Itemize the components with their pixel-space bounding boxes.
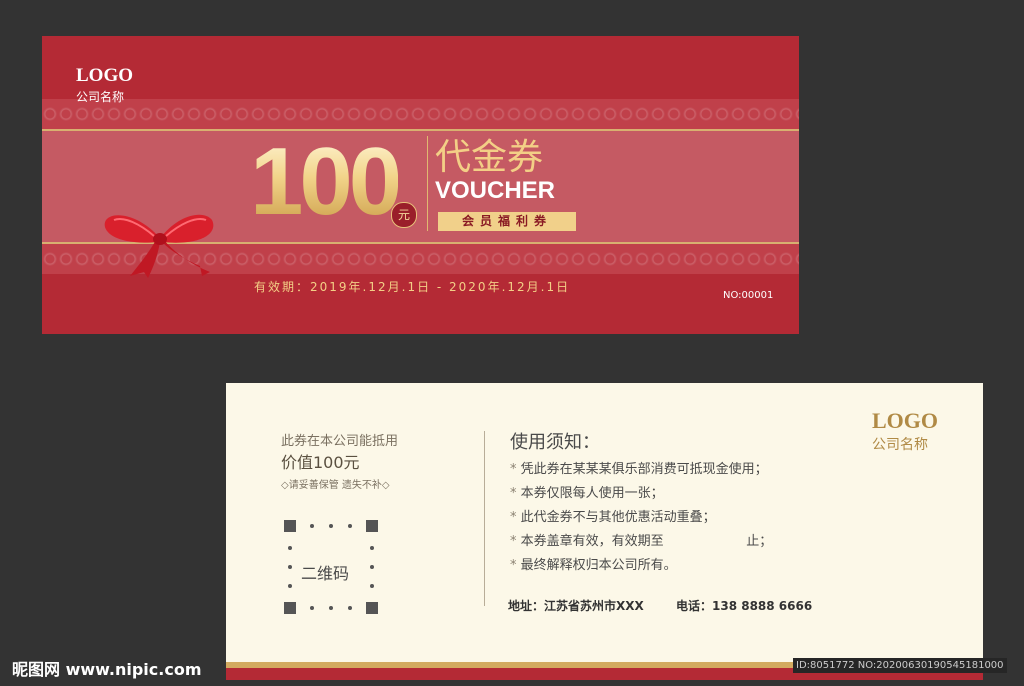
amount-value: 100 (250, 128, 402, 235)
id-watermark: ID:8051772 NO:20200630190545181000 (793, 658, 1007, 673)
title-cn: 代金券 (435, 137, 544, 178)
usage-rule: 本券仅限每人使用一张； (510, 482, 772, 506)
back-divider (484, 431, 485, 606)
usage-rule: 此代金券不与其他优惠活动重叠； (510, 506, 772, 530)
redeem-text: 此券在本公司能抵用 (281, 434, 399, 449)
site-watermark: 昵图网 www.nipic.com (12, 660, 202, 679)
voucher-back: 此券在本公司能抵用 价值100元 ◇请妥善保管 遗失不补◇ 二维码 使用须知： … (226, 383, 983, 680)
front-company-name: 公司名称 (76, 90, 125, 104)
usage-notice-title: 使用须知： (510, 432, 600, 453)
ribbon-bow-icon (104, 214, 214, 278)
phone: 电话：138 8888 6666 (676, 599, 813, 613)
pattern-band-top (42, 99, 799, 129)
title-en: VOUCHER (435, 177, 556, 204)
front-logo: LOGO (76, 65, 134, 86)
currency-unit-badge: 元 (391, 202, 417, 228)
back-company-name: 公司名称 (872, 437, 928, 453)
title-divider (427, 136, 428, 231)
usage-rules-list: 凭此券在某某某俱乐部消费可抵现金使用； 本券仅限每人使用一张； 此代金券不与其他… (510, 458, 773, 578)
address: 地址：江苏省苏州市XXX (508, 599, 644, 613)
member-badge: 会员福利券 (438, 212, 576, 231)
keep-safe-note: ◇请妥善保管 遗失不补◇ (281, 480, 390, 491)
validity-period: 有效期：2019年.12月.1日 - 2020年.12月.1日 (254, 280, 571, 294)
usage-rule: 最终解释权归本公司所有。 (510, 554, 772, 578)
usage-rule: 本券盖章有效，有效期至 止； (510, 530, 773, 554)
serial-number: NO:00001 (723, 290, 774, 301)
usage-rule: 凭此券在某某某俱乐部消费可抵现金使用； (510, 458, 772, 482)
back-logo: LOGO (872, 408, 939, 433)
redeem-value: 价值100元 (281, 453, 360, 472)
voucher-front: LOGO 公司名称 100 元 代金券 VOUCHER 会员福利券 有效期：20… (42, 36, 799, 334)
qr-code-label: 二维码 (301, 564, 350, 583)
